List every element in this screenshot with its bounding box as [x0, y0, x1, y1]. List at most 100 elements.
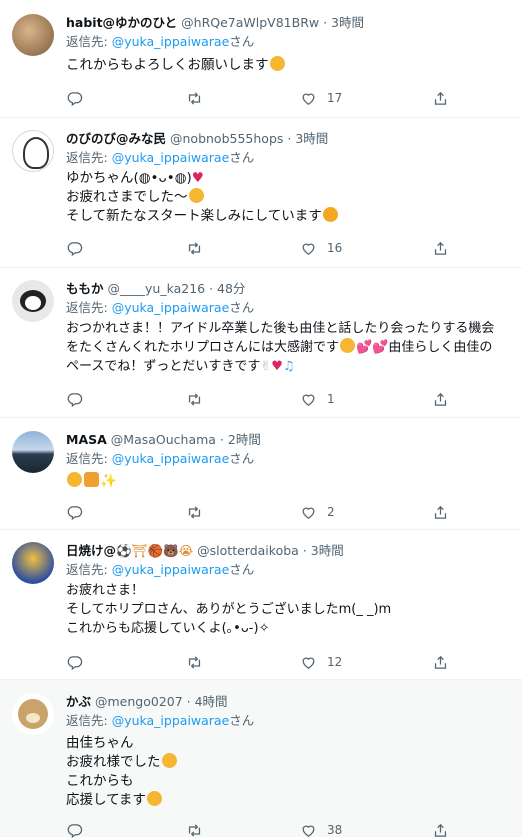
replying-to: 返信先: @yuka_ippaiwaraeさん	[66, 150, 255, 165]
tweet[interactable]: 日焼け@⚽⛩🏀🐻😭 @slotterdaikoba · 3時間 返信先: @yu…	[0, 530, 522, 680]
timestamp[interactable]: 4時間	[195, 694, 228, 709]
like-icon	[300, 822, 317, 839]
reply-icon	[66, 822, 83, 839]
reply-mention-link[interactable]: @yuka_ippaiwarae	[112, 713, 230, 728]
reply-icon	[66, 90, 83, 107]
user-handle[interactable]: @MasaOuchama	[111, 432, 216, 447]
like-button[interactable]: 2	[300, 502, 335, 522]
tweet-text: 由佳ちゃん お疲れ様でした これからも 応援してます	[66, 734, 512, 810]
timestamp[interactable]: 3時間	[295, 131, 328, 146]
retweet-button[interactable]	[186, 88, 203, 108]
replying-to: 返信先: @yuka_ippaiwaraeさん	[66, 713, 255, 728]
user-handle[interactable]: @____yu_ka216	[108, 281, 206, 296]
timestamp[interactable]: 3時間	[311, 543, 344, 558]
tweet[interactable]: ももか @____yu_ka216 · 48分 返信先: @yuka_ippai…	[0, 268, 522, 418]
thumbs-up-icon	[84, 472, 99, 487]
share-button[interactable]	[432, 820, 449, 840]
like-button[interactable]: 12	[300, 652, 342, 672]
like-button[interactable]: 38	[300, 820, 342, 840]
tweet[interactable]: のびのび@みな民 @nobnob555hops · 3時間 返信先: @yuka…	[0, 118, 522, 268]
share-button[interactable]	[432, 88, 449, 108]
replying-to: 返信先: @yuka_ippaiwaraeさん	[66, 451, 255, 466]
avatar[interactable]	[12, 14, 54, 56]
retweet-icon	[186, 240, 203, 257]
display-name[interactable]: MASA	[66, 432, 107, 447]
share-button[interactable]	[432, 502, 449, 522]
display-name[interactable]: のびのび@みな民	[66, 131, 166, 146]
music-notes-icon: ♫	[282, 359, 295, 374]
display-name[interactable]: ももか	[66, 281, 104, 296]
replying-to: 返信先: @yuka_ippaiwaraeさん	[66, 34, 255, 49]
display-name[interactable]: かぶ	[66, 694, 91, 709]
smiling-hearts-emoji-icon	[322, 207, 338, 222]
smiling-face-icon	[146, 791, 162, 806]
retweet-button[interactable]	[186, 389, 203, 409]
sparkles-icon: ✨	[100, 473, 117, 489]
user-handle[interactable]: @nobnob555hops	[170, 131, 283, 146]
tweet[interactable]: かぶ @mengo0207 · 4時間 返信先: @yuka_ippaiwara…	[0, 680, 522, 837]
reply-mention-link[interactable]: @yuka_ippaiwarae	[112, 451, 230, 466]
reply-button[interactable]	[66, 502, 83, 522]
avatar[interactable]	[12, 431, 54, 473]
red-heart-icon: ♥	[191, 170, 204, 186]
retweet-button[interactable]	[186, 652, 203, 672]
tweet[interactable]: MASA @MasaOuchama · 2時間 返信先: @yuka_ippai…	[0, 418, 522, 530]
tweet[interactable]: habit@ゆかのひと @hRQe7aWlpV81BRw · 3時間 返信先: …	[0, 0, 522, 118]
reply-mention-link[interactable]: @yuka_ippaiwarae	[112, 34, 230, 49]
user-handle[interactable]: @slotterdaikoba	[197, 543, 299, 558]
reply-button[interactable]	[66, 238, 83, 258]
retweet-button[interactable]	[186, 502, 203, 522]
reply-button[interactable]	[66, 88, 83, 108]
display-name[interactable]: 日焼け@	[66, 543, 116, 558]
display-name[interactable]: habit@ゆかのひと	[66, 15, 177, 30]
share-icon	[432, 90, 449, 107]
reply-mention-link[interactable]: @yuka_ippaiwarae	[112, 150, 230, 165]
avatar[interactable]	[12, 542, 54, 584]
share-button[interactable]	[432, 238, 449, 258]
avatar[interactable]	[12, 130, 54, 172]
user-handle[interactable]: @hRQe7aWlpV81BRw	[181, 15, 319, 30]
like-button[interactable]: 1	[300, 389, 335, 409]
user-handle[interactable]: @mengo0207	[95, 694, 183, 709]
replying-to: 返信先: @yuka_ippaiwaraeさん	[66, 300, 255, 315]
like-icon	[300, 391, 317, 408]
like-count: 17	[327, 91, 343, 105]
retweet-icon	[186, 822, 203, 839]
reply-button[interactable]	[66, 820, 83, 840]
like-count: 12	[327, 655, 343, 669]
retweet-icon	[186, 504, 203, 521]
reply-mention-link[interactable]: @yuka_ippaiwarae	[112, 562, 230, 577]
reply-icon	[66, 504, 83, 521]
reply-button[interactable]	[66, 652, 83, 672]
share-icon	[432, 391, 449, 408]
like-button[interactable]: 17	[300, 88, 342, 108]
reply-button[interactable]	[66, 389, 83, 409]
reply-icon	[66, 240, 83, 257]
like-count: 2	[327, 505, 335, 519]
timestamp[interactable]: 3時間	[331, 15, 364, 30]
avatar[interactable]	[12, 693, 54, 735]
share-icon	[432, 240, 449, 257]
timestamp[interactable]: 48分	[217, 281, 245, 296]
tweet-text: おつかれさま！！アイドル卒業した後も由佳と話したり会ったりする機会 をたくさんく…	[66, 321, 495, 374]
two-hearts-icon: 💕💕	[356, 340, 389, 355]
avatar[interactable]	[12, 280, 54, 322]
share-button[interactable]	[432, 389, 449, 409]
retweet-button[interactable]	[186, 238, 203, 258]
reply-mention-link[interactable]: @yuka_ippaiwarae	[112, 300, 230, 315]
like-button[interactable]: 16	[300, 238, 342, 258]
share-button[interactable]	[432, 652, 449, 672]
like-count: 1	[327, 392, 335, 406]
heart-icon: ♥	[271, 359, 283, 374]
hugging-emoji-icon	[269, 56, 285, 71]
retweet-button[interactable]	[186, 820, 203, 840]
like-icon	[300, 240, 317, 257]
reply-icon	[66, 654, 83, 671]
share-icon	[432, 504, 449, 521]
like-count: 16	[327, 241, 343, 255]
timestamp[interactable]: 2時間	[228, 432, 261, 447]
smiling-face-icon	[161, 753, 177, 768]
tweet-text: ゆかちゃん(◍•ᴗ•◍)♥ お疲れさまでした〜 そして新たなスタート楽しみにして…	[66, 169, 512, 226]
retweet-icon	[186, 654, 203, 671]
tweet-text: ✨	[66, 472, 512, 491]
